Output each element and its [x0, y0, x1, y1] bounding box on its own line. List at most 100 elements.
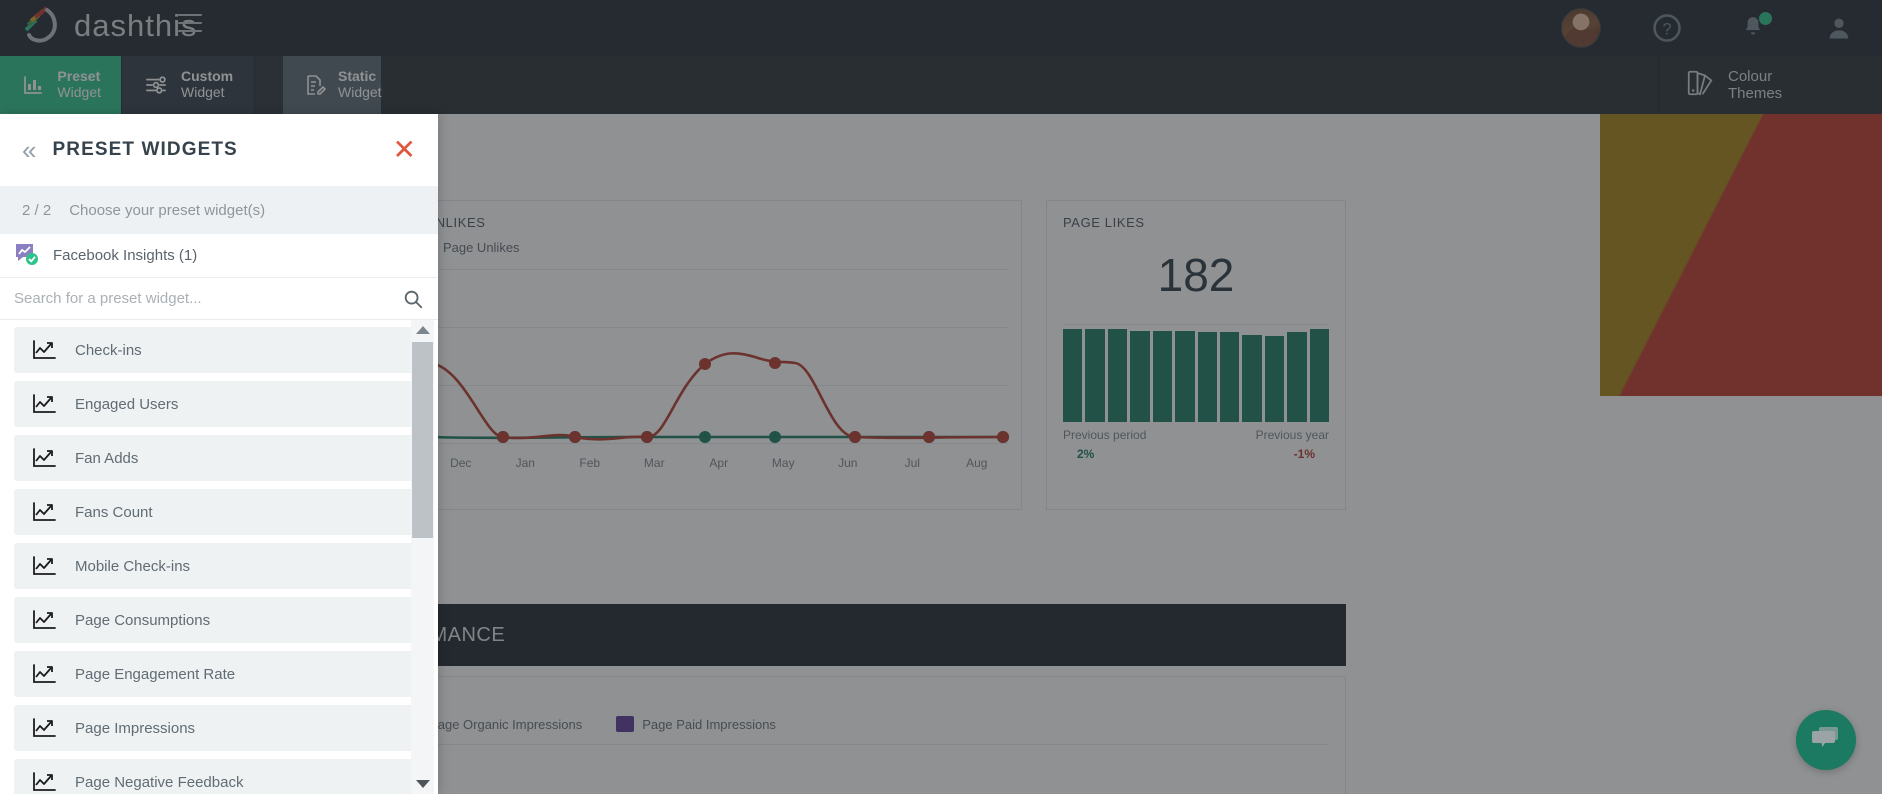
tab-static-widget[interactable]: Static Widget [283, 56, 382, 114]
brand[interactable]: dashthis [18, 4, 197, 48]
list-item-label: Fan Adds [75, 449, 139, 467]
list-item[interactable]: Page Negative Feedback [14, 759, 428, 794]
line-chart-icon [32, 339, 58, 361]
notification-badge [1759, 12, 1772, 25]
x-tick: Jun [838, 456, 858, 470]
list-item[interactable]: Engaged Users [14, 381, 428, 427]
tab-separator [254, 56, 255, 114]
tab-static-line2: Widget [338, 84, 382, 100]
list-item-label: Page Consumptions [75, 611, 211, 629]
list-item[interactable]: Page Engagement Rate [14, 651, 428, 697]
tab-custom-widget[interactable]: Custom Widget [122, 56, 254, 114]
bar [1264, 336, 1285, 422]
bar [1197, 331, 1217, 422]
list-item[interactable]: Mobile Check-ins [14, 543, 428, 589]
scroll-down-arrow-icon[interactable] [411, 774, 434, 794]
prev-year-value: -1% [1293, 447, 1315, 461]
prev-period-label: Previous period [1063, 428, 1147, 442]
chat-bubble-icon [1810, 723, 1842, 758]
comparison-labels: Previous period Previous year [1063, 428, 1329, 442]
page-likes-value: 182 [1157, 249, 1235, 301]
bar [1175, 330, 1195, 422]
close-icon[interactable]: ✕ [393, 136, 416, 164]
x-tick: Jan [515, 456, 535, 470]
avatar[interactable] [1538, 0, 1624, 56]
colour-themes-line1: Colour [1728, 67, 1773, 85]
bell-notification-icon[interactable] [1710, 0, 1796, 56]
chevron-double-left-icon[interactable]: « [22, 137, 36, 163]
list-item[interactable]: Page Consumptions [14, 597, 428, 643]
search-input[interactable] [14, 290, 402, 307]
bar [1242, 334, 1262, 422]
colour-theme-preview-banner [1600, 114, 1882, 396]
bar-chart-icon [20, 71, 46, 99]
tab-custom-label: Custom Widget [181, 69, 233, 100]
scroll-up-arrow-icon[interactable] [411, 320, 434, 340]
preset-widget-list-inner: Check-ins Engaged Users Fan Adds Fans Co… [0, 320, 438, 794]
tab-static-line1: Static [338, 68, 377, 85]
list-scrollbar[interactable] [411, 320, 434, 794]
line-chart-icon [32, 393, 58, 415]
x-tick: Jul [904, 456, 920, 470]
list-item-label: Fans Count [75, 503, 153, 521]
list-item[interactable]: Check-ins [14, 327, 428, 373]
legend-label: Page Organic Impressions [429, 716, 583, 732]
dashthis-logo-icon [18, 4, 62, 48]
line-chart-icon [32, 555, 58, 577]
line-chart-icon [32, 771, 58, 793]
tab-preset-widget[interactable]: Preset Widget [0, 56, 121, 114]
widget-type-tabs: Preset Widget Custom Widget Static Widge… [0, 56, 1882, 114]
page-title: PRESET WIDGETS [52, 139, 238, 160]
scrollbar-thumb[interactable] [412, 342, 433, 538]
list-item[interactable]: Fan Adds [14, 435, 428, 481]
colour-themes-button[interactable]: Colour Themes [1658, 56, 1882, 114]
svg-text:?: ? [1662, 20, 1671, 38]
prev-year-label: Previous year [1255, 428, 1329, 442]
legend-swatch-page-paid-impressions [616, 716, 635, 732]
list-item[interactable]: Fans Count [14, 489, 428, 535]
user-account-icon[interactable] [1796, 0, 1882, 56]
comparison-values: 2% -1% [1077, 447, 1315, 461]
tab-custom-line2: Widget [181, 84, 225, 100]
list-item-label: Mobile Check-ins [75, 557, 191, 575]
bar [1287, 331, 1307, 422]
help-question-icon[interactable]: ? [1624, 0, 1710, 56]
colour-swatch-icon [1685, 68, 1715, 103]
top-navigation-bar: dashthis ? [0, 0, 1882, 56]
preset-widget-list[interactable]: Check-ins Engaged Users Fan Adds Fans Co… [0, 320, 438, 794]
page-likes-sparkbars [1063, 324, 1330, 422]
bar [1152, 330, 1173, 422]
line-chart-icon [32, 501, 58, 523]
legend-item[interactable]: Page Paid Impressions [616, 716, 776, 732]
search-row [0, 278, 438, 320]
colour-themes-line2: Themes [1728, 85, 1783, 102]
x-tick: Aug [966, 456, 988, 470]
document-edit-icon [303, 71, 327, 99]
x-tick: Mar [643, 456, 665, 470]
tabstrip-background [381, 56, 1882, 114]
tab-static-label: Static Widget [338, 69, 382, 100]
line-chart-icon [32, 609, 58, 631]
colour-themes-label: Colour Themes [1728, 68, 1782, 103]
widget-page-likes[interactable]: PAGE LIKES 182 Previous period Previous … [1046, 200, 1346, 510]
facebook-insights-checked-icon [14, 242, 40, 270]
panel-step-row: 2 / 2 Choose your preset widget(s) [0, 186, 438, 234]
tab-preset-label: Preset Widget [57, 69, 101, 100]
bar [1107, 329, 1128, 422]
bar [1309, 329, 1330, 422]
bar [1063, 329, 1083, 422]
chat-support-button[interactable] [1796, 710, 1856, 770]
list-item-label: Page Engagement Rate [75, 665, 236, 683]
list-item-label: Page Negative Feedback [75, 773, 244, 791]
hamburger-menu-icon[interactable] [178, 14, 202, 36]
tab-preset-line2: Widget [57, 84, 101, 100]
search-icon[interactable] [402, 288, 424, 310]
list-item-label: Page Impressions [75, 719, 196, 737]
bar [1085, 329, 1105, 422]
list-item[interactable]: Page Impressions [14, 705, 428, 751]
tab-preset-line1: Preset [57, 68, 101, 85]
selected-data-source[interactable]: Facebook Insights (1) [0, 234, 438, 278]
step-label: Choose your preset widget(s) [69, 201, 266, 219]
step-counter: 2 / 2 [22, 201, 52, 219]
list-item-label: Check-ins [75, 341, 142, 359]
